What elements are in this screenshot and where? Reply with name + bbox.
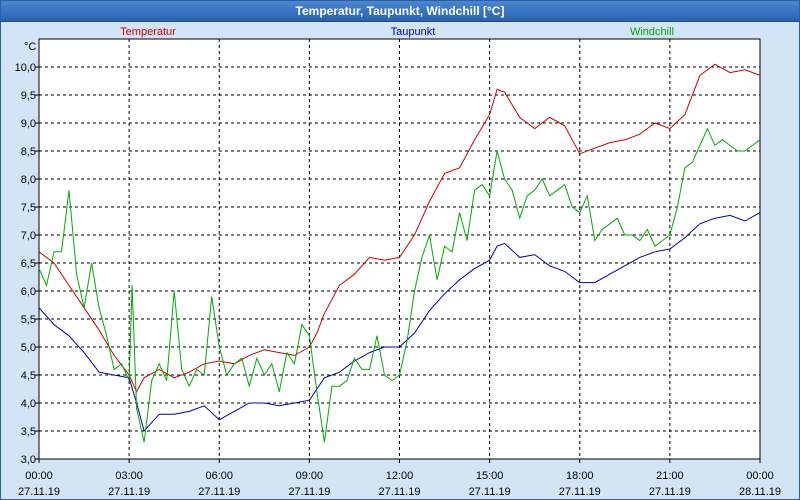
x-tick-date-label: 27.11.19 (198, 486, 240, 498)
x-tick-date-label: 27.11.19 (108, 486, 150, 498)
x-tick-time-label: 00:00 (746, 470, 774, 482)
chart-area: 3,0 3,5 4,0 4,5 5,0 5,5 6,0 6,5 7,0 7,5 8,0 8,5 9,0 9… (15, 26, 781, 498)
x-tick-time-label: 21:00 (656, 470, 684, 482)
x-tick-time-label: 03:00 (115, 470, 143, 482)
legend: Temperatur Taupunkt Windchill (120, 26, 674, 38)
x-tick-date-label: 27.11.19 (469, 486, 511, 498)
x-tick-date-label: 27.11.19 (649, 486, 691, 498)
x-tick-time-label: 00:00 (25, 470, 53, 482)
y-tick-label: 5,0 (21, 342, 36, 354)
x-tick-time-label: 09:00 (296, 470, 324, 482)
y-tick-label: 8,5 (21, 146, 36, 158)
y-tick-label: 7,5 (21, 202, 36, 214)
x-tick-date-label: 28.11.19 (739, 486, 781, 498)
y-tick-label: 6,0 (21, 286, 36, 298)
legend-label-windchill: Windchill (630, 26, 674, 38)
y-tick-label: 3,5 (21, 426, 36, 438)
legend-label-temperatur: Temperatur (120, 26, 176, 38)
x-tick-date-label: 27.11.19 (559, 486, 601, 498)
y-tick-label: 8,0 (21, 174, 36, 186)
x-tick-time-label: 15:00 (476, 470, 504, 482)
y-tick-label: 3,0 (21, 454, 36, 466)
x-tick-date-label: 27.11.19 (18, 486, 60, 498)
x-tick-time-label: 18:00 (566, 470, 594, 482)
x-tick-date-label: 27.11.19 (378, 486, 420, 498)
y-tick-label: 7,0 (21, 230, 36, 242)
y-tick-label: 9,5 (21, 90, 36, 102)
y-tick-label: 6,5 (21, 258, 36, 270)
y-tick-label: 9,0 (21, 118, 36, 130)
y-tick-label: 4,5 (21, 370, 36, 382)
y-tick-label: 10,0 (15, 62, 36, 74)
x-tick-time-label: 12:00 (386, 470, 414, 482)
y-tick-label: 4,0 (21, 398, 36, 410)
x-tick-date-label: 27.11.19 (288, 486, 330, 498)
legend-label-taupunkt: Taupunkt (391, 26, 436, 38)
x-tick-time-label: 06:00 (205, 470, 233, 482)
y-tick-label: 5,5 (21, 314, 36, 326)
y-axis-unit-label: °C (24, 41, 36, 53)
